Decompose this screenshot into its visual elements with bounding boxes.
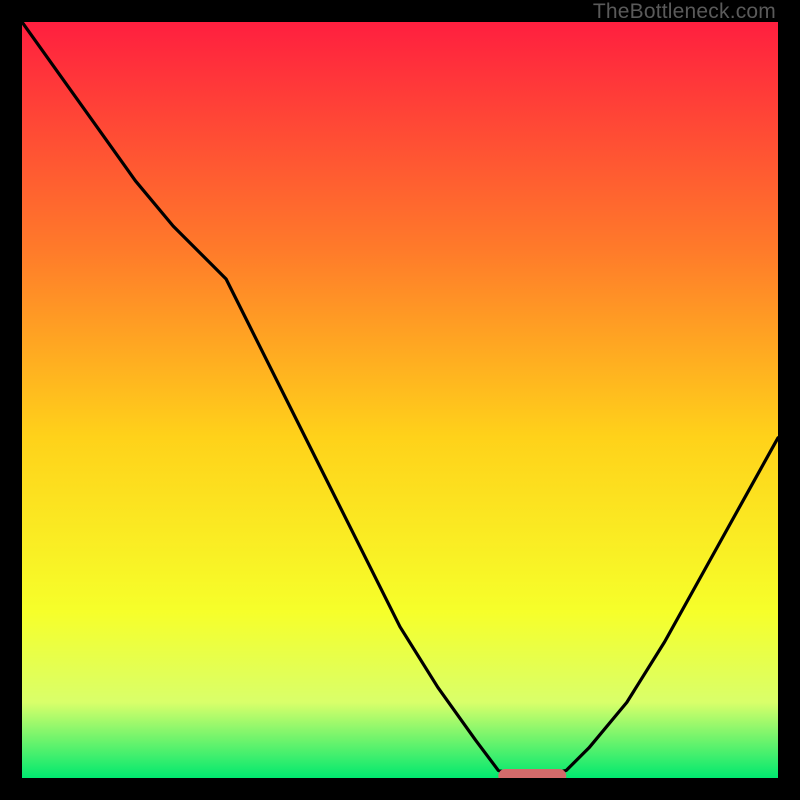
- chart-frame: [22, 22, 778, 778]
- optimal-marker: [498, 769, 566, 778]
- gradient-background: [22, 22, 778, 778]
- watermark-text: TheBottleneck.com: [593, 0, 776, 24]
- bottleneck-chart: [22, 22, 778, 778]
